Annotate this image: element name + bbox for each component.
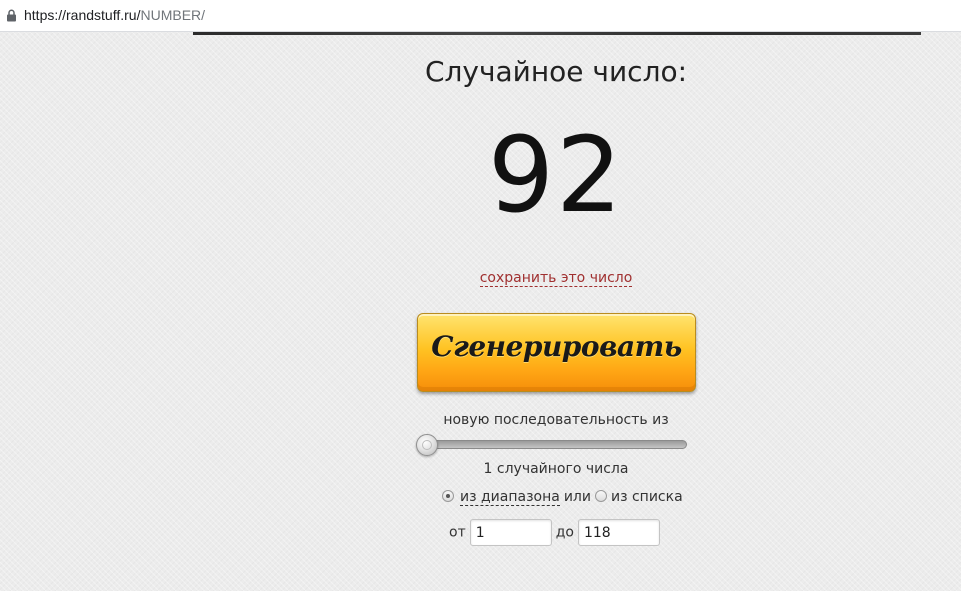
url-path: NUMBER/: [140, 7, 206, 23]
address-bar[interactable]: https://randstuff.ru/NUMBER/: [0, 0, 961, 32]
range-inputs-row: от до: [449, 519, 660, 546]
from-input[interactable]: [469, 519, 552, 546]
list-option-label[interactable]: из списка: [611, 489, 683, 505]
generate-button-label: Сгенерировать: [431, 330, 682, 363]
range-option-label[interactable]: из диапазона: [460, 489, 560, 506]
to-label: до: [555, 524, 574, 541]
lock-icon: [7, 9, 16, 22]
to-input[interactable]: [577, 519, 660, 546]
range-radio[interactable]: [442, 490, 454, 502]
count-slider-handle[interactable]: [416, 434, 438, 456]
save-number-link-row: сохранить это число: [0, 270, 961, 287]
count-label: 1 случайного числа: [483, 461, 629, 477]
random-number-display: 92: [487, 114, 625, 236]
source-mode-row: из диапазона или из списка: [442, 489, 683, 509]
sequence-label: новую последовательность из: [443, 412, 669, 428]
save-number-link[interactable]: сохранить это число: [479, 270, 633, 287]
list-radio[interactable]: [594, 490, 607, 502]
url-base: https://randstuff.ru/: [24, 7, 141, 23]
header-image-strip: [193, 32, 921, 35]
url-text[interactable]: https://randstuff.ru/NUMBER/: [24, 7, 205, 23]
page-title: Случайное число:: [424, 55, 688, 88]
count-slider-track[interactable]: [420, 440, 687, 449]
generate-button[interactable]: Сгенерировать: [417, 313, 696, 392]
or-label: или: [563, 489, 591, 505]
from-label: от: [449, 524, 466, 541]
